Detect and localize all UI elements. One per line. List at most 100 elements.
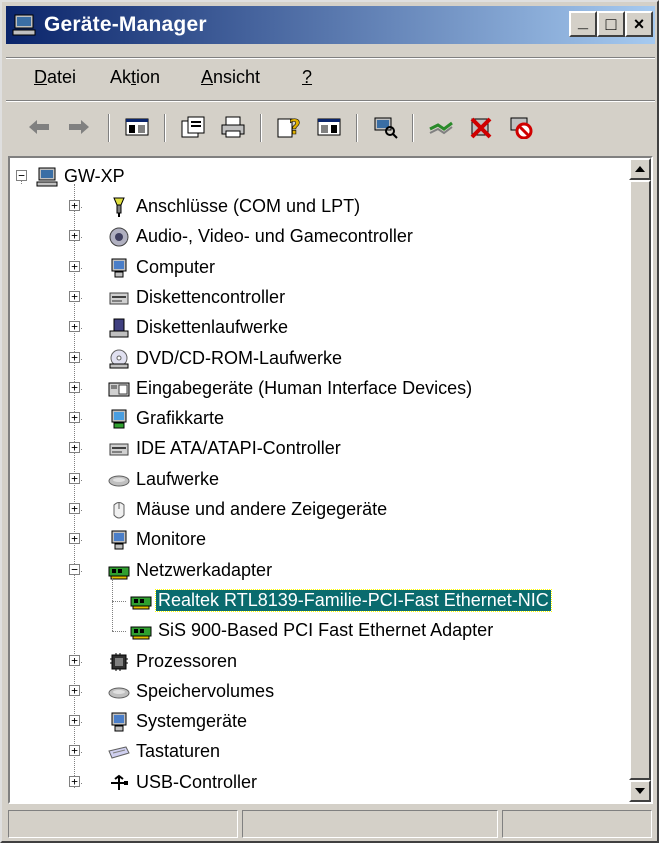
- floppy-drive-icon: [109, 318, 129, 338]
- title-bar[interactable]: Geräte-Manager _ □ ×: [6, 6, 655, 44]
- tree-category-label: DVD/CD-ROM-Laufwerke: [136, 348, 343, 368]
- forward-button[interactable]: [64, 112, 94, 142]
- toolbar-divider: [356, 114, 358, 142]
- help-button[interactable]: ?: [274, 112, 304, 142]
- tree-line: [112, 631, 126, 632]
- tree-category-label: Tastaturen: [136, 741, 221, 761]
- tree-category-row[interactable]: + Monitore: [10, 525, 629, 555]
- menu-action[interactable]: Aktion: [110, 67, 160, 88]
- port-icon: [113, 197, 125, 217]
- tree-device-label: Realtek RTL8139-Familie-PCI-Fast Etherne…: [155, 589, 552, 612]
- tree-category-row[interactable]: + Computer: [10, 253, 629, 283]
- tree-device-label: SiS 900-Based PCI Fast Ethernet Adapter: [158, 620, 494, 640]
- show-hide-action-pane-button[interactable]: [314, 112, 344, 142]
- tree-category-row[interactable]: + Systemgeräte: [10, 707, 629, 737]
- help-icon: ?: [277, 115, 301, 139]
- expand-expander-icon[interactable]: +: [69, 745, 80, 756]
- tree-category-label: Diskettenlaufwerke: [136, 317, 289, 337]
- tree-category-row[interactable]: − Netzwerkadapter: [10, 556, 629, 586]
- minimize-button[interactable]: _: [569, 11, 597, 37]
- expand-expander-icon[interactable]: +: [69, 442, 80, 453]
- expand-expander-icon[interactable]: +: [69, 503, 80, 514]
- device-tree[interactable]: − GW-XP + Anschlüsse (COM und LPT) + Audio-…: [10, 158, 629, 802]
- window-title: Geräte-Manager: [44, 13, 207, 36]
- tree-category-row[interactable]: + USB-Controller: [10, 768, 629, 798]
- expand-expander-icon[interactable]: +: [69, 715, 80, 726]
- tree-category-row[interactable]: + Grafikkarte: [10, 404, 629, 434]
- tree-category-label: Netzwerkadapter: [136, 560, 273, 580]
- status-pane-2: [242, 810, 498, 838]
- expand-expander-icon[interactable]: +: [69, 291, 80, 302]
- disable-button[interactable]: [506, 112, 536, 142]
- ide-controller-icon: [109, 443, 129, 456]
- tree-category-row[interactable]: + Speichervolumes: [10, 677, 629, 707]
- device-manager-window: Geräte-Manager _ □ × Datei Aktion Ansich…: [0, 0, 659, 843]
- menu-file[interactable]: Datei: [34, 67, 76, 88]
- tree-category-label: Mäuse und andere Zeigegeräte: [136, 499, 388, 519]
- tree-category-row[interactable]: + Anschlüsse (COM und LPT): [10, 192, 629, 222]
- expand-expander-icon[interactable]: +: [69, 473, 80, 484]
- tree-category-row[interactable]: + DVD/CD-ROM-Laufwerke: [10, 344, 629, 374]
- expand-expander-icon[interactable]: +: [69, 261, 80, 272]
- scroll-up-button[interactable]: [629, 158, 651, 180]
- tree-category-label: Prozessoren: [136, 651, 238, 671]
- tree-category-row[interactable]: + Mäuse und andere Zeigegeräte: [10, 495, 629, 525]
- scroll-thumb[interactable]: [629, 180, 651, 780]
- expand-expander-icon[interactable]: +: [69, 655, 80, 666]
- tree-category-label: Monitore: [136, 529, 207, 549]
- menu-separator: [6, 57, 655, 59]
- expand-expander-icon[interactable]: +: [69, 776, 80, 787]
- tree-category-label: IDE ATA/ATAPI-Controller: [136, 438, 341, 458]
- maximize-button[interactable]: □: [597, 11, 625, 37]
- tree-device-row[interactable]: SiS 900-Based PCI Fast Ethernet Adapter: [10, 616, 629, 646]
- tree-category-label: Speichervolumes: [136, 681, 275, 701]
- expand-expander-icon[interactable]: +: [69, 200, 80, 211]
- collapse-expander-icon[interactable]: −: [69, 564, 80, 575]
- expand-expander-icon[interactable]: +: [69, 230, 80, 241]
- menu-view[interactable]: Ansicht: [201, 67, 260, 88]
- properties-icon: [181, 116, 205, 138]
- tree-category-label: Computer: [136, 257, 216, 277]
- tree-device-row[interactable]: Realtek RTL8139-Familie-PCI-Fast Etherne…: [10, 586, 629, 616]
- expand-expander-icon[interactable]: +: [69, 352, 80, 363]
- maximize-icon: □: [605, 13, 617, 34]
- tree-category-row[interactable]: + Prozessoren: [10, 647, 629, 677]
- uninstall-button[interactable]: [466, 112, 496, 142]
- update-driver-button[interactable]: [426, 112, 456, 142]
- back-button[interactable]: [24, 112, 54, 142]
- expand-expander-icon[interactable]: +: [69, 685, 80, 696]
- tree-category-label: Audio-, Video- und Gamecontroller: [136, 226, 413, 246]
- tree-category-row[interactable]: + Diskettenlaufwerke: [10, 313, 629, 343]
- computer-icon: [111, 258, 127, 278]
- scan-hardware-button[interactable]: [370, 112, 400, 142]
- tree-category-label: Eingabegeräte (Human Interface Devices): [136, 378, 473, 398]
- expand-expander-icon[interactable]: +: [69, 533, 80, 544]
- forward-icon: [69, 120, 89, 134]
- tree-category-row[interactable]: + Eingabegeräte (Human Interface Devices): [10, 374, 629, 404]
- tree-category-label: Systemgeräte: [136, 711, 248, 731]
- tree-root-row[interactable]: − GW-XP: [10, 162, 629, 192]
- scroll-down-button[interactable]: [629, 780, 651, 802]
- expand-expander-icon[interactable]: +: [69, 321, 80, 332]
- tree-category-row[interactable]: + Laufwerke: [10, 465, 629, 495]
- properties-button[interactable]: [178, 112, 208, 142]
- tree-category-row[interactable]: + IDE ATA/ATAPI-Controller: [10, 434, 629, 464]
- tree-category-row[interactable]: + Audio-, Video- und Gamecontroller: [10, 222, 629, 252]
- toolbar-divider: [260, 114, 262, 142]
- toolbar-divider: [164, 114, 166, 142]
- tree-category-row[interactable]: + Diskettencontroller: [10, 283, 629, 313]
- expand-expander-icon[interactable]: +: [69, 382, 80, 393]
- print-button[interactable]: [218, 112, 248, 142]
- scan-hardware-icon: [374, 117, 398, 139]
- cd-drive-icon: [109, 349, 129, 369]
- tree-line: [112, 601, 126, 602]
- menu-help[interactable]: ?: [302, 67, 312, 88]
- floppy-controller-icon: [109, 292, 129, 305]
- vertical-scrollbar[interactable]: [629, 158, 651, 802]
- expand-expander-icon[interactable]: +: [69, 412, 80, 423]
- toolbar: ?: [6, 106, 655, 148]
- disable-icon: [510, 117, 533, 139]
- tree-category-row[interactable]: + Tastaturen: [10, 737, 629, 767]
- close-button[interactable]: ×: [625, 11, 653, 37]
- show-hide-console-tree-button[interactable]: [122, 112, 152, 142]
